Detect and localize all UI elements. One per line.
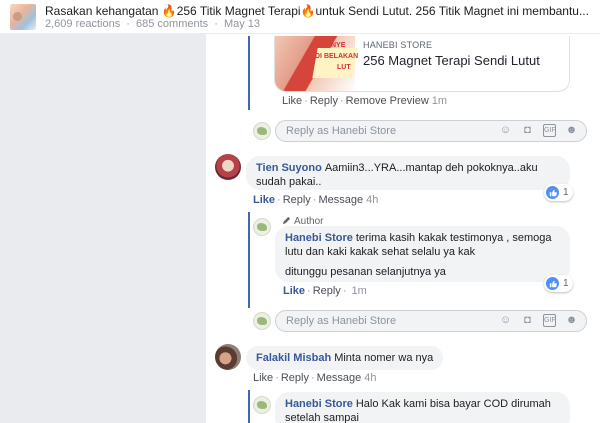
link-preview-card[interactable]: NYE DI BELAKAN LUT HANEBI STORE 256 Magn… [274, 36, 570, 92]
message-link[interactable]: Message [317, 372, 362, 384]
timestamp[interactable]: 1m [351, 285, 366, 297]
timestamp[interactable]: 4h [366, 194, 378, 206]
comment-actions: Like · Reply · Message 4h [253, 194, 378, 206]
camera-icon[interactable]: ◘ [521, 124, 534, 137]
page-avatar[interactable] [253, 396, 271, 414]
preview-site: HANEBI STORE [363, 40, 433, 50]
like-link[interactable]: Like [253, 372, 273, 384]
avatar[interactable] [215, 344, 241, 370]
action-separator: · [342, 285, 347, 297]
like-icon [546, 186, 559, 199]
left-pane [0, 34, 206, 423]
avatar[interactable] [215, 154, 241, 180]
reaction-number: 1 [563, 278, 569, 289]
thread-line [248, 212, 250, 308]
reply-input[interactable]: Reply as Hanebi Store ☺ ◘ GIF ☻ [275, 120, 587, 142]
like-link[interactable]: Like [283, 285, 305, 297]
sticker-icon[interactable]: ☻ [565, 314, 578, 327]
comment-actions: Like · Reply · Message 4h [253, 372, 377, 384]
action-separator: · [275, 372, 279, 384]
message-link[interactable]: Message [318, 194, 363, 206]
action-separator: · [307, 285, 311, 297]
reply-tools: ☺ ◘ GIF ☻ [499, 314, 578, 327]
comment-bubble: Tien Suyono Aamiin3...YRA...mantap deh po… [246, 156, 570, 190]
comment-bubble: Falakil Misbah Minta nomer wa nya [246, 346, 444, 370]
reply-tools: ☺ ◘ GIF ☻ [499, 124, 578, 137]
page-avatar[interactable] [253, 312, 271, 330]
emoji-icon[interactable]: ☺ [499, 314, 512, 327]
reply-actions: Like · Reply · Remove Preview 1m [282, 95, 447, 107]
reaction-count[interactable]: 1 [544, 275, 573, 292]
reply-actions: Like · Reply · 1m [283, 285, 367, 297]
post-meta: 2,609 reactions · 685 comments · May 13 [45, 18, 263, 30]
reply-text-2: ditunggu pesanan selanjutnya ya [285, 266, 446, 278]
reply-link[interactable]: Reply [283, 194, 311, 206]
emoji-icon[interactable]: ☺ [499, 124, 512, 137]
reply-placeholder: Reply as Hanebi Store [286, 125, 397, 137]
sticker-icon[interactable]: ☻ [565, 124, 578, 137]
reply-bubble: Hanebi Store terima kasih kakak testimony… [275, 226, 570, 282]
action-separator: · [312, 194, 317, 206]
reactions-count[interactable]: 2,609 reactions [45, 18, 120, 30]
reply-placeholder: Reply as Hanebi Store [286, 315, 397, 327]
remove-preview-link[interactable]: Remove Preview [346, 95, 429, 107]
reply-link[interactable]: Reply [281, 372, 309, 384]
reaction-number: 1 [563, 187, 569, 198]
page-avatar[interactable] [253, 218, 271, 236]
action-separator: · [277, 194, 281, 206]
post-header: Rasakan kehangatan 🔥256 Titik Magnet Ter… [0, 0, 600, 34]
meta-separator: · [126, 18, 130, 30]
like-icon [546, 277, 559, 290]
pen-icon [282, 216, 291, 225]
like-link[interactable]: Like [282, 95, 302, 107]
reply-author[interactable]: Hanebi Store [285, 398, 353, 410]
meta-separator: · [214, 18, 218, 30]
comment-author[interactable]: Falakil Misbah [256, 352, 331, 364]
page-avatar[interactable] [253, 122, 271, 140]
action-separator: · [310, 372, 315, 384]
post-title[interactable]: Rasakan kehangatan 🔥256 Titik Magnet Ter… [45, 4, 590, 18]
thread-line [248, 390, 250, 423]
camera-icon[interactable]: ◘ [521, 314, 534, 327]
like-link[interactable]: Like [253, 194, 275, 206]
action-separator: · [304, 95, 308, 107]
comment-author[interactable]: Tien Suyono [256, 162, 322, 174]
reply-link[interactable]: Reply [313, 285, 341, 297]
preview-image-text: LUT [337, 64, 351, 71]
preview-image-text: DI BELAKAN [315, 53, 359, 60]
preview-image-text: NYE [331, 42, 346, 49]
timestamp[interactable]: 4h [364, 372, 376, 384]
reaction-count[interactable]: 1 [544, 184, 573, 201]
gif-icon[interactable]: GIF [543, 314, 556, 327]
comment-text: Minta nomer wa nya [334, 352, 434, 364]
reply-author[interactable]: Hanebi Store [285, 232, 353, 244]
reply-bubble: Hanebi Store Halo Kak kami bisa bayar COD… [275, 392, 570, 423]
preview-title[interactable]: 256 Magnet Terapi Sendi Lutut [363, 53, 540, 68]
gif-icon[interactable]: GIF [543, 124, 556, 137]
comments-count[interactable]: 685 comments [136, 18, 208, 30]
post-thumbnail[interactable] [10, 4, 36, 30]
timestamp[interactable]: 1m [432, 95, 447, 107]
preview-image[interactable]: NYE DI BELAKAN LUT [275, 36, 359, 91]
reply-link[interactable]: Reply [310, 95, 338, 107]
thread-line [248, 36, 250, 110]
action-separator: · [339, 95, 344, 107]
reply-input[interactable]: Reply as Hanebi Store ☺ ◘ GIF ☻ [275, 310, 587, 332]
post-date[interactable]: May 13 [224, 18, 260, 30]
